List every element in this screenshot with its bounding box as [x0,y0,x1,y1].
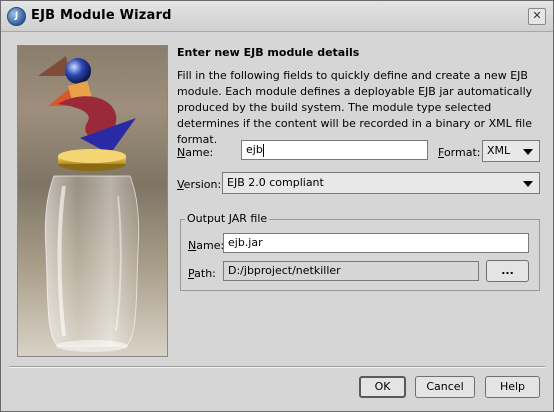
version-label: Version: [177,178,221,191]
wizard-window: J EJB Module Wizard ✕ Enter new EJB modu… [0,0,554,412]
chevron-down-icon [523,181,533,187]
text-caret [262,143,264,157]
jar-name-label-mnemonic: N [188,239,197,252]
description-text: Fill in the following fields to quickly … [177,69,533,146]
jar-name-label-rest: ame: [196,239,225,252]
format-label: Format: [438,146,480,159]
jar-path-value: D:/jbproject/netkiller [228,264,341,277]
version-label-mnemonic: V [177,178,184,191]
chevron-down-icon [523,149,533,155]
format-label-rest: ormat: [443,146,481,159]
jar-path-label-rest: ath: [194,267,216,280]
module-name-value: ejb [246,143,263,156]
ok-button[interactable]: OK [359,376,406,398]
close-button[interactable]: ✕ [528,8,546,25]
jar-name-value: ejb.jar [228,236,263,249]
section-heading: Enter new EJB module details [177,46,360,59]
name-label-rest: ame: [185,146,214,159]
cancel-button[interactable]: Cancel [415,376,475,398]
name-label-mnemonic: N [177,146,186,159]
format-selected-value: XML [487,144,511,157]
output-jar-group-title: Output JAR file [185,212,270,225]
browse-path-button[interactable]: ... [486,260,529,282]
version-select[interactable]: EJB 2.0 compliant [222,172,540,194]
version-label-rest: ersion: [183,178,222,191]
help-button[interactable]: Help [485,376,540,398]
jbuilder-icon: J [7,7,26,26]
version-selected-value: EJB 2.0 compliant [227,176,324,189]
jar-path-label: Path: [188,267,216,280]
wizard-illustration [17,45,168,357]
window-title: EJB Module Wizard [31,8,172,23]
jar-name-input[interactable]: ejb.jar [223,233,529,253]
jar-illustration-icon [38,56,140,352]
title-bar[interactable]: J EJB Module Wizard ✕ [1,1,553,32]
format-select[interactable]: XML [482,140,540,162]
name-label: Name: [177,146,213,159]
button-separator [9,366,545,368]
jar-name-label: Name: [188,239,224,252]
jar-path-field: D:/jbproject/netkiller [223,261,479,281]
module-name-input[interactable]: ejb [241,140,428,160]
